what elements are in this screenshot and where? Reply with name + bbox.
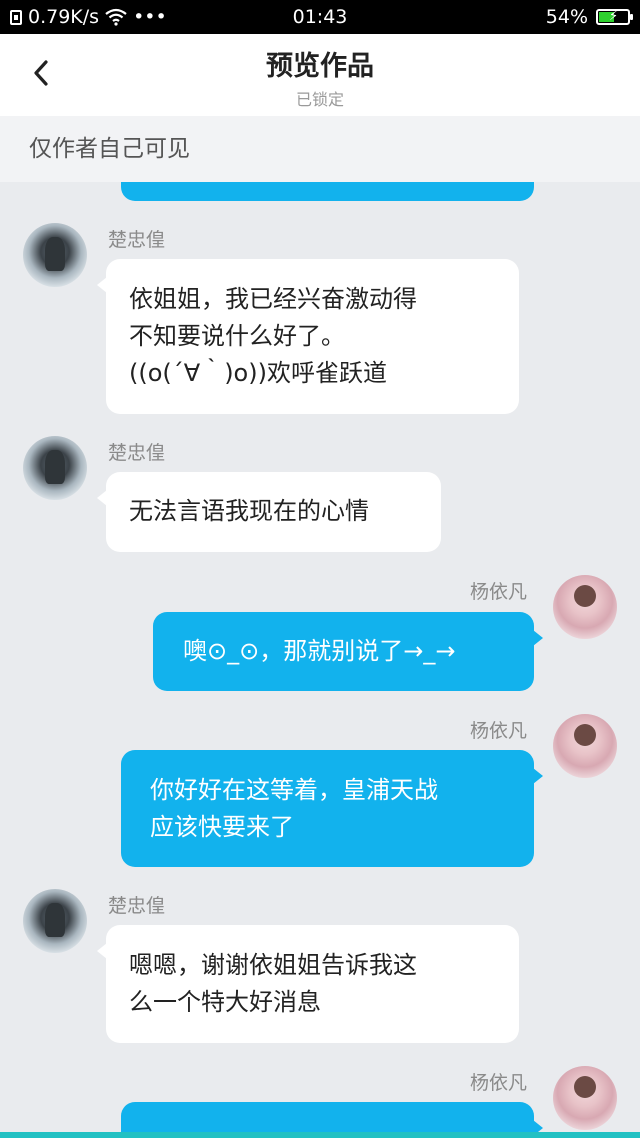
clock: 01:43 [292,6,348,28]
chat-area[interactable]: 楚忠偟 依姐姐，我已经兴奋激动得 不知要说什么好了。 ((o(´∀｀)o))欢呼… [0,182,640,1138]
message-bubble[interactable]: 无法言语我现在的心情 [97,472,441,552]
sender-name: 杨依凡 [470,581,528,603]
sender-name: 杨依凡 [470,1072,528,1094]
message-bubble-partial [121,182,534,201]
bottom-accent-bar [0,1132,640,1138]
avatar[interactable] [23,436,87,500]
page-title: 预览作品 [266,51,374,82]
lock-status: 已锁定 [295,90,344,109]
sender-name: 楚忠偟 [108,442,166,464]
status-bar: 0.79K/s ••• 01:43 54% ⚡ [0,0,640,34]
avatar[interactable] [23,889,87,953]
sender-name: 楚忠偟 [108,895,166,917]
avatar[interactable] [553,1066,617,1130]
charging-icon: ⚡ [609,9,619,24]
navigation-bar: 预览作品 已锁定 [0,34,640,116]
battery-icon: ⚡ [596,9,633,25]
message-bubble[interactable]: 你好好在这等着，皇浦天战 应该快要来了 [121,750,543,867]
avatar[interactable] [553,575,617,639]
message-bubble[interactable]: 依姐姐，我已经兴奋激动得 不知要说什么好了。 ((o(´∀｀)o))欢呼雀跃道 [97,259,519,414]
sender-name: 楚忠偟 [108,229,166,251]
message-bubble[interactable]: 嗯嗯，谢谢依姐姐告诉我这 么一个特大好消息 [97,925,519,1043]
message-bubble[interactable]: 噢⊙_⊙，那就别说了→_→ [153,612,543,691]
avatar[interactable] [553,714,617,778]
sender-name: 杨依凡 [470,720,528,742]
visibility-notice: 仅作者自己可见 [0,116,640,182]
avatar[interactable] [23,223,87,287]
battery-percent: 54% [545,6,588,28]
